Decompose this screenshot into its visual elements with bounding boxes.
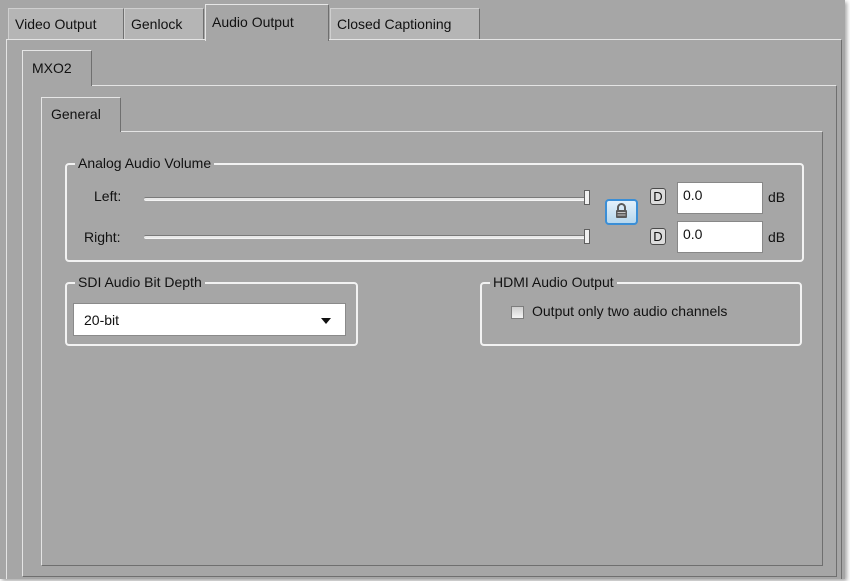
settings-window: Video Output Genlock Audio Output Closed… [0,0,845,579]
tab-genlock[interactable]: Genlock [124,8,204,39]
sdi-bit-depth-select[interactable]: 20-bit [73,303,346,336]
left-volume-unit: dB [768,189,786,205]
tab-device-mxo2[interactable]: MXO2 [22,50,92,86]
tab-video-output[interactable]: Video Output [8,8,124,39]
hdmi-audio-output-title: HDMI Audio Output [490,273,617,291]
top-tab-strip: Video Output Genlock Audio Output Closed… [0,0,845,41]
right-volume-unit: dB [768,229,786,245]
right-volume-slider-thumb[interactable] [584,229,590,244]
left-volume-slider-thumb[interactable] [584,190,590,205]
right-volume-field[interactable]: 0.0 [677,221,763,253]
left-volume-slider[interactable] [144,197,590,201]
tab-audio-output[interactable]: Audio Output [205,4,329,41]
left-default-button[interactable]: D [650,188,666,205]
two-channels-label[interactable]: Output only two audio channels [532,303,727,319]
right-default-button[interactable]: D [650,228,666,245]
right-volume-slider[interactable] [144,235,590,239]
two-channels-checkbox[interactable] [511,306,524,319]
sdi-audio-bit-depth-title: SDI Audio Bit Depth [75,273,205,291]
right-volume-label: Right: [84,229,121,245]
tab-closed-captioning[interactable]: Closed Captioning [330,8,480,39]
lock-icon [616,203,627,218]
link-channels-button[interactable] [605,199,638,225]
analog-audio-volume-title: Analog Audio Volume [75,154,215,172]
left-volume-label: Left: [94,188,122,204]
sdi-bit-depth-value: 20-bit [84,312,120,328]
dropdown-arrow-icon [321,318,331,324]
tab-general[interactable]: General [41,97,121,132]
left-volume-field[interactable]: 0.0 [677,182,763,214]
